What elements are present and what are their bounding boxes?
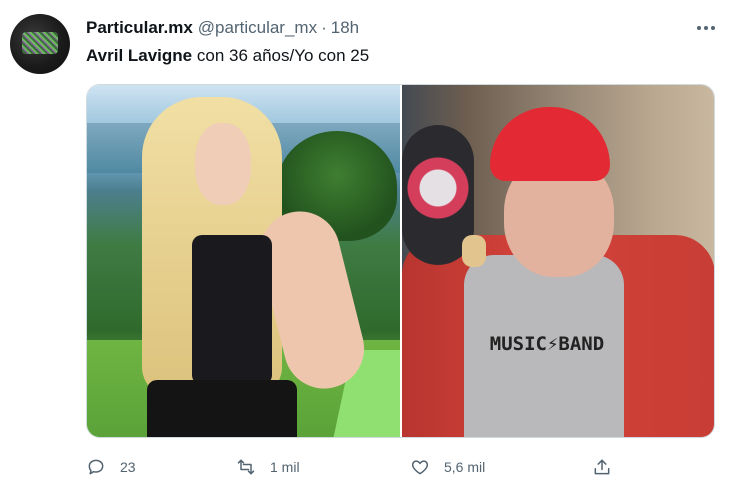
tweet-header: Particular.mx @particular_mx · 18h	[86, 18, 359, 40]
media-photo-left[interactable]	[87, 85, 400, 437]
share-button[interactable]	[592, 454, 612, 480]
tweet-actions: 23 1 mil 5,6 mil	[86, 454, 626, 480]
avatar-logo	[22, 32, 58, 54]
retweet-count: 1 mil	[270, 459, 300, 475]
heart-icon	[411, 460, 429, 475]
tweet-text-rest: con 36 años/Yo con 25	[192, 46, 370, 65]
tweet-text-highlight: Avril Lavigne	[86, 46, 193, 65]
more-horizontal-icon	[697, 26, 701, 30]
reply-count: 23	[120, 459, 136, 475]
share-icon	[594, 459, 610, 475]
separator-dot: ·	[321, 18, 327, 37]
like-button[interactable]: 5,6 mil	[410, 454, 485, 480]
media-photo-right[interactable]: MUSIC⚡BAND	[402, 85, 714, 437]
avatar[interactable]	[10, 14, 70, 74]
author-handle[interactable]: @particular_mx	[198, 18, 317, 38]
tweet-timestamp[interactable]: 18h	[331, 18, 359, 38]
more-options-button[interactable]	[692, 14, 720, 42]
tweet-text: Avril Lavigne con 36 años/Yo con 25	[86, 46, 369, 66]
reply-button[interactable]: 23	[86, 454, 136, 480]
shirt-print-text: MUSIC⚡BAND	[489, 333, 605, 355]
tweet-card[interactable]: Particular.mx @particular_mx · 18h Avril…	[0, 0, 740, 497]
reply-icon	[88, 459, 104, 475]
retweet-icon	[237, 459, 255, 475]
author-name[interactable]: Particular.mx	[86, 18, 193, 38]
retweet-button[interactable]: 1 mil	[236, 454, 300, 480]
tweet-media[interactable]: MUSIC⚡BAND	[86, 84, 715, 438]
like-count: 5,6 mil	[444, 459, 486, 475]
